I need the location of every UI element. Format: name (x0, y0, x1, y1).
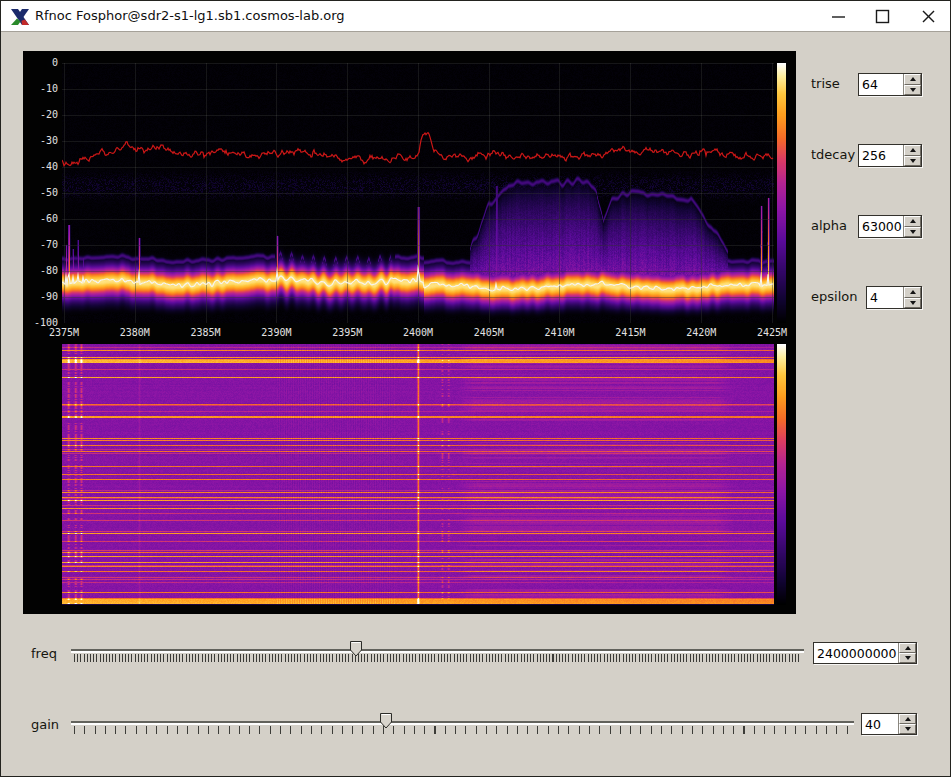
slider-value-gain: 40 (862, 714, 898, 734)
minimize-button[interactable] (830, 8, 847, 25)
param-value-trise: 64 (859, 74, 903, 95)
param-label-tdecay: tdecay (811, 147, 855, 162)
titlebar: Rfnoc Fosphor@sdr2-s1-lg1.sb1.cosmos-lab… (1, 1, 950, 32)
db-tick-label: -90 (23, 291, 58, 302)
db-tick-label: -40 (23, 161, 58, 172)
spectrum-colorbar (777, 63, 786, 323)
freq-tick-label: 2385M (191, 327, 221, 338)
freq-tick-label: 2400M (403, 327, 433, 338)
param-spinbox-epsilon[interactable]: 4 (866, 286, 922, 309)
freq-tick-label: 2410M (545, 327, 575, 338)
spin-down-button[interactable] (904, 298, 921, 309)
param-label-trise: trise (811, 76, 840, 91)
freq-tick-label: 2380M (120, 327, 150, 338)
db-axis: 0-10-20-30-40-50-60-70-80-90-100 (23, 51, 58, 391)
spin-up-button[interactable] (899, 714, 916, 724)
db-tick-label: -30 (23, 135, 58, 146)
spectrum-histogram-canvas (62, 63, 774, 323)
param-value-alpha: 63000 (859, 216, 903, 237)
slider-groove-freq[interactable] (71, 649, 804, 653)
slider-spinbox-gain[interactable]: 40 (861, 713, 917, 735)
db-tick-label: -50 (23, 187, 58, 198)
db-tick-label: -10 (23, 83, 58, 94)
freq-tick-label: 2420M (686, 327, 716, 338)
spin-up-button[interactable] (904, 74, 921, 85)
db-tick-label: -20 (23, 109, 58, 120)
db-tick-label: 0 (23, 57, 58, 68)
slider-value-freq: 2400000000 (814, 643, 898, 663)
freq-tick-label: 2405M (474, 327, 504, 338)
param-value-epsilon: 4 (867, 287, 903, 308)
slider-label-gain: gain (31, 717, 59, 732)
freq-tick-label: 2395M (332, 327, 362, 338)
window-title: Rfnoc Fosphor@sdr2-s1-lg1.sb1.cosmos-lab… (35, 8, 345, 23)
maximize-button[interactable] (874, 8, 891, 25)
waterfall-canvas (62, 344, 774, 605)
db-tick-label: -80 (23, 265, 58, 276)
spin-up-button[interactable] (904, 216, 921, 227)
waterfall-colorbar (777, 344, 786, 605)
db-tick-label: -60 (23, 213, 58, 224)
freq-tick-label: 2390M (261, 327, 291, 338)
param-spinbox-alpha[interactable]: 63000 (858, 215, 922, 238)
spin-down-button[interactable] (899, 653, 916, 663)
param-spinbox-trise[interactable]: 64 (858, 73, 922, 96)
freq-tick-label: 2425M (757, 327, 787, 338)
spin-down-button[interactable] (904, 156, 921, 167)
param-label-epsilon: epsilon (811, 289, 857, 304)
spin-up-button[interactable] (904, 287, 921, 298)
slider-ticks-freq (74, 654, 801, 662)
spin-down-button[interactable] (904, 227, 921, 238)
spin-up-button[interactable] (899, 643, 916, 653)
spin-down-button[interactable] (899, 724, 916, 734)
x11-logo-icon (9, 6, 31, 28)
db-tick-label: -70 (23, 239, 58, 250)
slider-spinbox-freq[interactable]: 2400000000 (813, 642, 917, 664)
slider-ticks-gain (74, 726, 851, 734)
close-button[interactable] (920, 8, 937, 25)
freq-tick-label: 2375M (49, 327, 79, 338)
app-window: Rfnoc Fosphor@sdr2-s1-lg1.sb1.cosmos-lab… (0, 0, 951, 777)
slider-handle-gain[interactable] (380, 713, 392, 729)
freq-tick-label: 2415M (615, 327, 645, 338)
spin-up-button[interactable] (904, 145, 921, 156)
spin-down-button[interactable] (904, 85, 921, 96)
fosphor-panel: 0-10-20-30-40-50-60-70-80-90-100 2375M23… (23, 51, 796, 614)
slider-handle-freq[interactable] (350, 641, 362, 657)
slider-label-freq: freq (31, 646, 57, 661)
param-label-alpha: alpha (811, 218, 847, 233)
param-value-tdecay: 256 (859, 145, 903, 166)
param-spinbox-tdecay[interactable]: 256 (858, 144, 922, 167)
slider-groove-gain[interactable] (71, 721, 854, 725)
